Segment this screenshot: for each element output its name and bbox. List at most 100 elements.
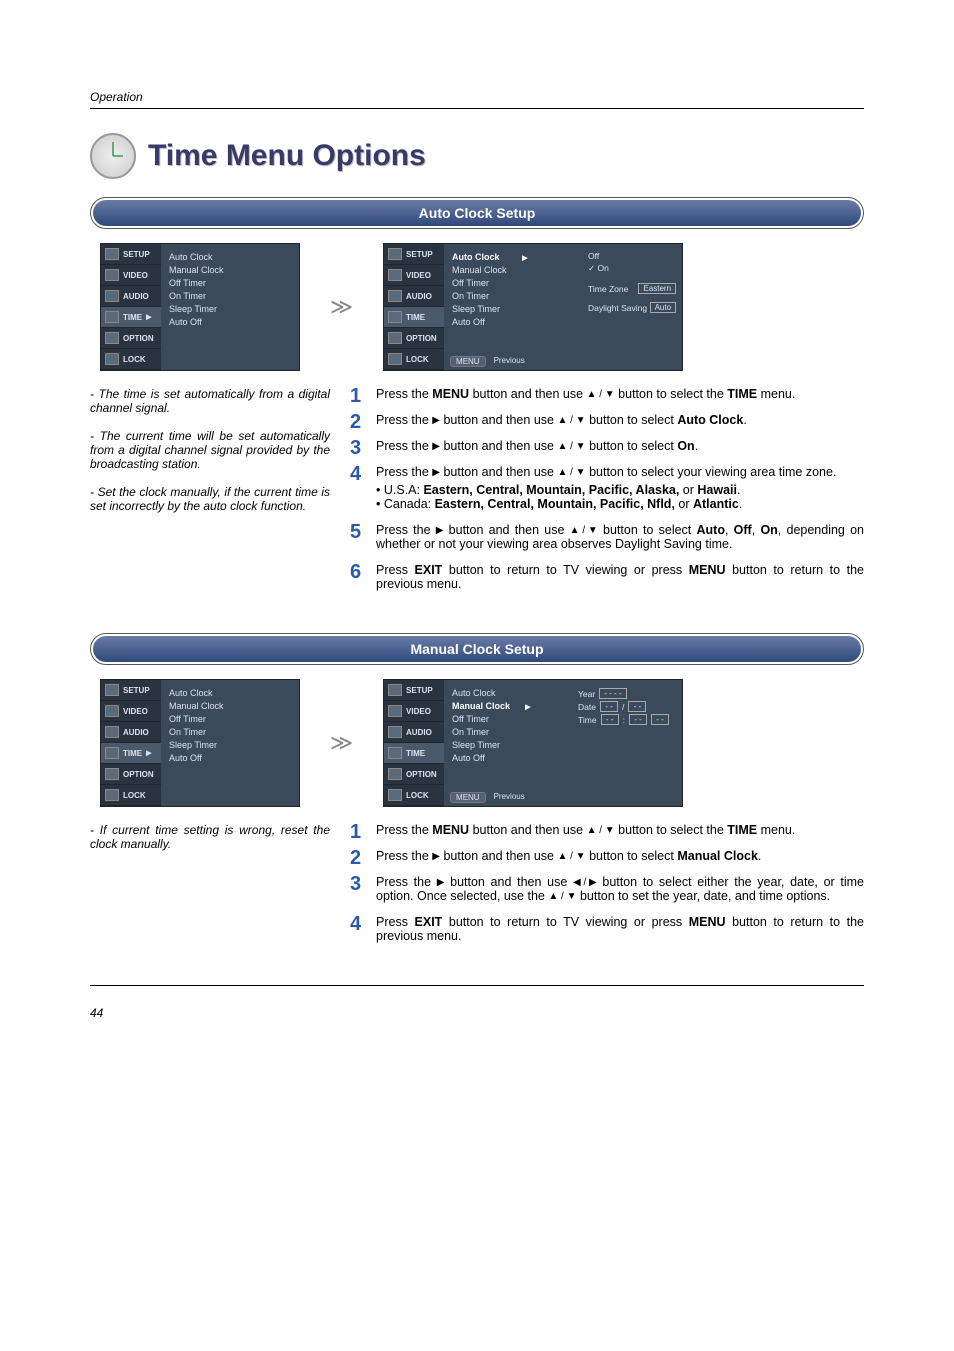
arrow-separator-icon: ≫ [330, 294, 353, 320]
t: button and then use [440, 465, 557, 479]
nav-label: AUDIO [406, 292, 432, 301]
time-icon [105, 747, 119, 759]
time-sep: : [623, 715, 625, 725]
video-icon [105, 705, 119, 717]
updown-arrow-icon: ▲ / ▼ [557, 416, 585, 426]
t: button and then use [469, 387, 586, 401]
tv-nav: SETUP VIDEO AUDIO TIME ▶ OPTION LOCK [101, 244, 161, 370]
nav-option: OPTION [384, 764, 444, 785]
t: Press the [376, 875, 437, 889]
footer-rule [90, 985, 864, 986]
menu-item: On Timer [452, 725, 564, 738]
nav-label: TIME [123, 313, 142, 322]
year-value: - - - - [599, 688, 626, 699]
daylight-value: Auto [650, 302, 676, 313]
t: Press the [376, 823, 432, 837]
chevron-right-icon: ▶ [525, 704, 530, 711]
note: The current time will be set automatical… [90, 429, 330, 471]
nav-setup: SETUP [101, 680, 161, 701]
nav-audio: AUDIO [101, 722, 161, 743]
t: . [743, 413, 746, 427]
option-icon [105, 768, 119, 780]
nav-lock: LOCK [384, 785, 444, 806]
t: MENU [432, 387, 469, 401]
t: button to return to TV viewing or press [442, 915, 688, 929]
t: TIME [727, 823, 757, 837]
setup-icon [105, 248, 119, 260]
nav-option: OPTION [101, 328, 161, 349]
time-label: Time [578, 715, 597, 725]
nav-audio: AUDIO [384, 286, 444, 307]
page-number: 44 [90, 1006, 864, 1020]
t: button to select the [615, 387, 728, 401]
right-arrow-icon: ▶ [432, 468, 440, 478]
tv-footer: MENU Previous [444, 789, 572, 806]
note: Set the clock manually, if the current t… [90, 485, 330, 513]
nav-label: TIME [406, 749, 425, 758]
t: or [678, 497, 693, 511]
timezone-row: Time ZoneEastern [588, 283, 676, 294]
section1-steps: Press the MENU button and then use ▲ / ▼… [350, 387, 864, 603]
note: If current time setting is wrong, reset … [90, 823, 330, 851]
chevron-right-icon: ▶ [146, 749, 151, 757]
menu-item: Sleep Timer [169, 738, 291, 751]
option-icon [388, 332, 402, 344]
nav-label: LOCK [406, 355, 429, 364]
t: button and then use [440, 849, 557, 863]
video-icon [388, 705, 402, 717]
step: Press the ▶ button and then use ▲ / ▼ bu… [350, 849, 864, 863]
nav-label: VIDEO [123, 707, 148, 716]
setup-icon [388, 248, 402, 260]
t: button to select [586, 413, 678, 427]
date-value-1: - - [600, 701, 618, 712]
menu-item: On Timer [452, 289, 574, 302]
time-icon [388, 311, 402, 323]
menu-item: On Timer [169, 725, 291, 738]
section2-content: If current time setting is wrong, reset … [90, 823, 864, 955]
t: button to return to TV viewing or press [442, 563, 688, 577]
right-arrow-icon: ▶ [432, 442, 440, 452]
nav-label: AUDIO [123, 728, 149, 737]
nav-setup: SETUP [384, 244, 444, 265]
lock-icon [105, 353, 119, 365]
section2-notes: If current time setting is wrong, reset … [90, 823, 330, 955]
setup-icon [105, 684, 119, 696]
menu-item: Auto Off [452, 751, 564, 764]
nav-label: SETUP [123, 250, 150, 259]
chevron-right-icon: ▶ [522, 255, 527, 262]
menu-item: Off Timer [452, 276, 574, 289]
arrow-separator-icon: ≫ [330, 730, 353, 756]
nav-time: TIME [384, 743, 444, 764]
timezone-value: Eastern [638, 283, 676, 294]
menu-item: Auto Clock [169, 250, 291, 263]
menu-item: Auto Clock [169, 686, 291, 699]
t: menu. [757, 823, 795, 837]
nav-video: VIDEO [101, 701, 161, 722]
tv-menu-left: SETUP VIDEO AUDIO TIME ▶ OPTION LOCK Aut… [100, 243, 300, 371]
nav-label: TIME [406, 313, 425, 322]
updown-arrow-icon: ▲ / ▼ [557, 468, 585, 478]
tv-right-panel: Off On Time ZoneEastern Daylight SavingA… [582, 244, 682, 370]
t: button to select [586, 439, 678, 453]
clock-icon [90, 133, 136, 179]
menu-item: Sleep Timer [452, 302, 574, 315]
menu-item-selected: Auto Clock ▶ [452, 250, 574, 263]
nav-time: TIME [384, 307, 444, 328]
nav-option: OPTION [384, 328, 444, 349]
t: button and then use [444, 875, 573, 889]
t: MENU [689, 915, 726, 929]
menu-item: Auto Off [169, 751, 291, 764]
lock-icon [105, 789, 119, 801]
setup-icon [388, 684, 402, 696]
audio-icon [388, 726, 402, 738]
t: MENU [432, 823, 469, 837]
time-row: Time- -:- -- - [578, 714, 676, 725]
menu-item: On Timer [169, 289, 291, 302]
t: MENU [689, 563, 726, 577]
date-row: Date- -/- - [578, 701, 676, 712]
t: Press [376, 563, 415, 577]
t: menu. [757, 387, 795, 401]
nav-video: VIDEO [384, 265, 444, 286]
menu-item: Off Timer [452, 712, 564, 725]
t: Atlantic [693, 497, 739, 511]
